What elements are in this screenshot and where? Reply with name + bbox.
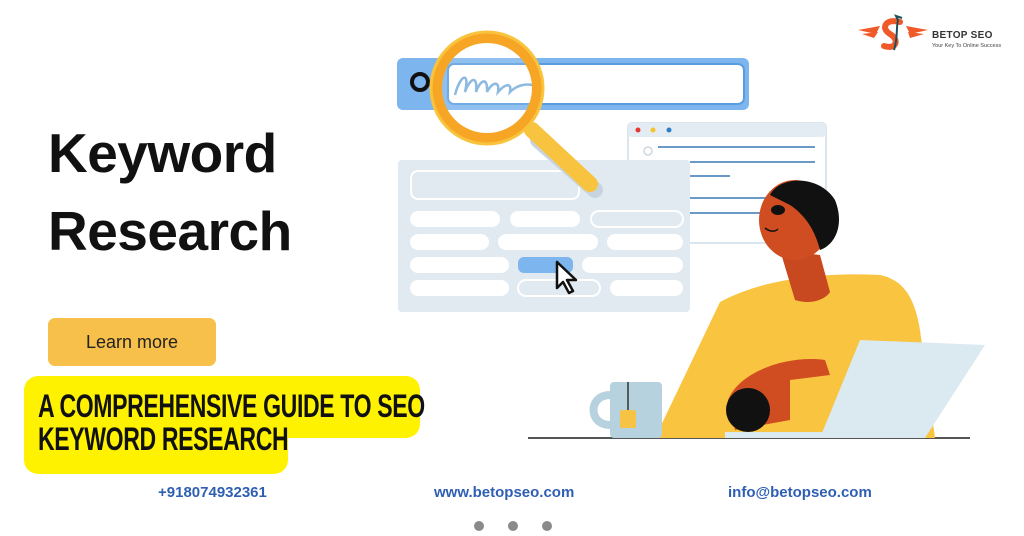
brand-name: BETOP SEO: [932, 30, 993, 41]
learn-more-button[interactable]: Learn more: [48, 318, 216, 366]
guide-title: A Comprehensive Guide to SEO Keyword Res…: [38, 390, 425, 456]
page-title-line-2: Research: [48, 200, 292, 262]
carousel-dot-1[interactable]: [474, 521, 484, 531]
contact-email[interactable]: info@betopseo.com: [728, 484, 872, 501]
form-panel-graphic: [398, 160, 690, 312]
page-title: Keyword Research: [48, 114, 292, 270]
brand-logo-icon: [858, 14, 928, 51]
guide-banner: A Comprehensive Guide to SEO Keyword Res…: [24, 376, 425, 474]
page-title-line-1: Keyword: [48, 122, 277, 184]
contact-phone[interactable]: +918074932361: [158, 484, 267, 501]
brand-logo[interactable]: BETOP SEO Your Key To Online Success: [856, 14, 1016, 54]
guide-title-line-1: A Comprehensive Guide to SEO: [38, 388, 425, 424]
carousel-dot-3[interactable]: [542, 521, 552, 531]
guide-title-line-2: Keyword Research: [38, 421, 289, 457]
brand-tagline: Your Key To Online Success: [932, 43, 1002, 49]
carousel-dots: [474, 521, 552, 531]
contact-website[interactable]: www.betopseo.com: [434, 484, 574, 501]
carousel-dot-2[interactable]: [508, 521, 518, 531]
